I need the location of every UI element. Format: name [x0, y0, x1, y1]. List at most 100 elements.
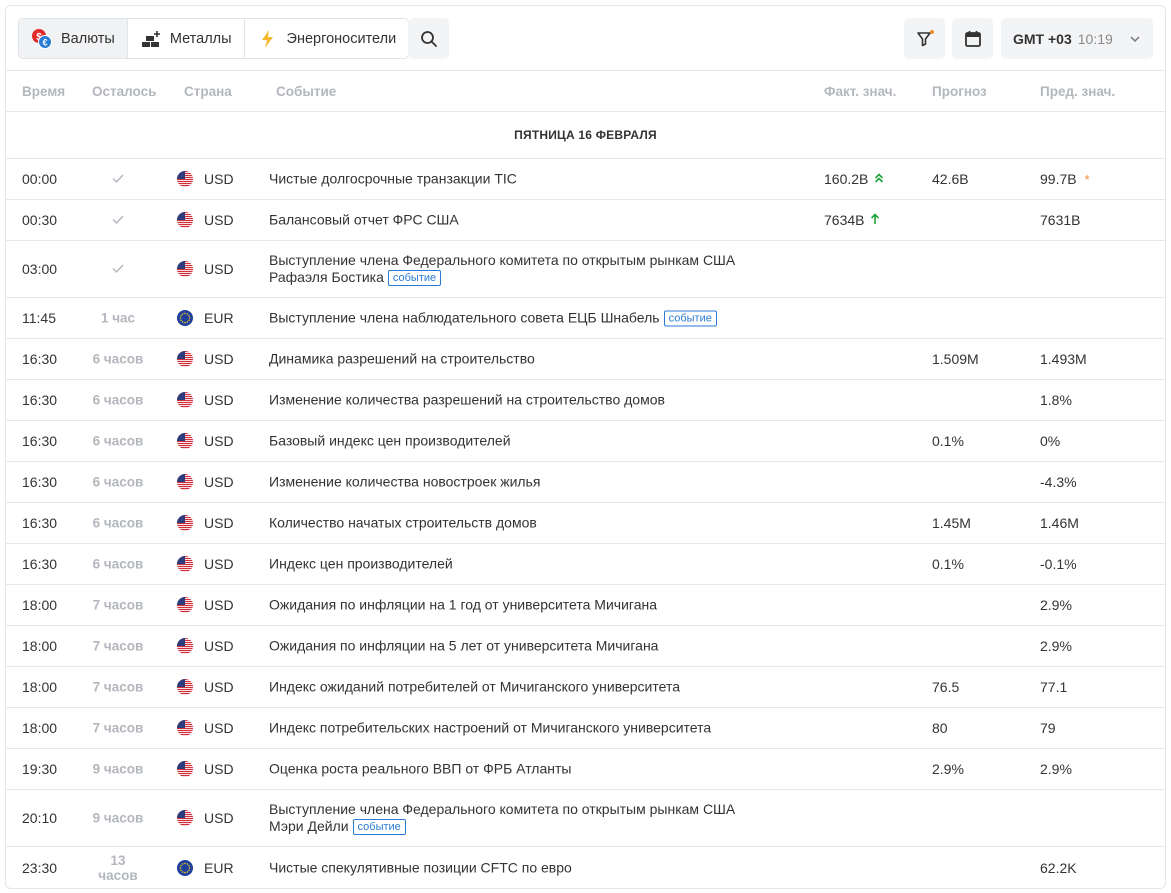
us-flag-icon	[177, 679, 193, 695]
currency: USD	[204, 679, 234, 695]
currency: USD	[204, 171, 234, 187]
filter-button[interactable]	[904, 18, 945, 59]
currency: EUR	[204, 310, 234, 326]
event-badge[interactable]: событие	[352, 819, 406, 835]
event-cell: Чистые спекулятивные позиции CFTC по евр…	[269, 859, 809, 876]
event-row[interactable]: 20:10 9 часов USD Выступление члена Федерал…	[6, 790, 1165, 847]
toolbar: $ € Валюты Металлы Энергоносители GMT +0…	[6, 6, 1165, 71]
event-row[interactable]: 23:30 13 часов EUR Чистые спекулятивные поз…	[6, 847, 1165, 888]
event-row[interactable]: 16:30 6 часов USD Индекс цен производителей…	[6, 544, 1165, 585]
previous-value: -0.1%	[1040, 556, 1077, 572]
previous-cell: 1.8%	[1040, 392, 1072, 408]
event-cell: Базовый индекс цен производителей	[269, 433, 809, 450]
previous-cell: -0.1%	[1040, 556, 1077, 572]
actual-value: 7634B	[824, 212, 865, 228]
event-title: Изменение количества разрешений на строи…	[269, 391, 665, 408]
time-left: 6 часов	[92, 556, 144, 572]
event-row[interactable]: 00:30 USD Балансовый отчет ФРС США 7634B 763…	[6, 200, 1165, 241]
event-title-line2: Рафаэля Бостика	[269, 269, 384, 285]
time-left: 9 часов	[92, 810, 144, 826]
event-row[interactable]: 16:30 6 часов USD Динамика разрешений на ст…	[6, 339, 1165, 380]
event-cell: Изменение количества разрешений на строи…	[269, 392, 809, 409]
metals-icon	[140, 28, 162, 50]
actual-value: 160.2B	[824, 171, 869, 187]
event-title: Индекс потребительских настроений от Мич…	[269, 719, 712, 736]
event-cell: Оценка роста реального ВВП от ФРБ Атлант…	[269, 761, 809, 778]
time-left-cell: 6 часов	[92, 475, 144, 490]
time-left: 6 часов	[92, 515, 144, 531]
us-flag-icon	[177, 720, 193, 736]
event-title: Индекс цен производителей	[269, 555, 453, 572]
filter-icon	[916, 29, 934, 46]
event-title: Количество начатых строительств домов	[269, 514, 537, 531]
time-left: 13 часов	[98, 852, 138, 883]
previous-cell: 79	[1040, 720, 1056, 736]
previous-value: 1.493M	[1040, 351, 1087, 367]
tab-metals[interactable]: Металлы	[127, 19, 245, 58]
time-left: 7 часов	[92, 597, 144, 613]
event-badge[interactable]: событие	[663, 310, 717, 327]
event-row[interactable]: 18:00 7 часов USD Ожидания по инфляции на 5…	[6, 626, 1165, 667]
timezone-select[interactable]: GMT +03 10:19	[1001, 18, 1153, 59]
event-row[interactable]: 16:30 6 часов USD Базовый индекс цен произв…	[6, 421, 1165, 462]
revised-star-icon: *	[1084, 171, 1090, 187]
time-left-cell: 6 часов	[92, 393, 144, 408]
search-button[interactable]	[408, 18, 449, 59]
event-time: 18:00	[22, 720, 58, 736]
event-row[interactable]: 16:30 6 часов USD Изменение количества ново…	[6, 462, 1165, 503]
svg-text:€: €	[42, 37, 47, 47]
event-title: Индекс ожиданий потребителей от Мичиганс…	[269, 678, 680, 695]
event-badge[interactable]: событие	[387, 270, 442, 286]
event-time: 00:30	[22, 212, 58, 228]
event-row[interactable]: 16:30 6 часов USD Количество начатых строит…	[6, 503, 1165, 544]
event-row[interactable]: 18:00 7 часов USD Ожидания по инфляции на 1…	[6, 585, 1165, 626]
event-row[interactable]: 18:00 7 часов USD Индекс ожиданий потребите…	[6, 667, 1165, 708]
us-flag-icon	[177, 638, 193, 654]
currency-icon: $ €	[31, 28, 53, 50]
economic-calendar: $ € Валюты Металлы Энергоносители GMT +0…	[5, 5, 1166, 889]
time-left-cell: 6 часов	[92, 352, 144, 367]
time-left-cell: 7 часов	[92, 680, 144, 695]
currency: USD	[204, 515, 234, 531]
forecast-value: 42.6B	[932, 171, 969, 187]
tab-currencies[interactable]: $ € Валюты	[19, 19, 128, 58]
us-flag-icon	[177, 515, 193, 531]
calendar-button[interactable]	[952, 18, 993, 59]
event-row[interactable]: 18:00 7 часов USD Индекс потребительских на…	[6, 708, 1165, 749]
event-row[interactable]: 11:45 1 час EUR Выступление члена наблюдате…	[6, 298, 1165, 339]
day-header-row: ПЯТНИЦА 16 ФЕВРАЛЯ	[6, 112, 1165, 159]
forecast-value: 80	[932, 720, 948, 736]
event-time: 16:30	[22, 392, 58, 408]
time-left: 7 часов	[92, 638, 144, 654]
event-row[interactable]: 16:30 6 часов USD Изменение количества разр…	[6, 380, 1165, 421]
time-left-cell: 1 час	[92, 311, 144, 326]
event-time: 18:00	[22, 679, 58, 695]
currency: USD	[204, 810, 234, 826]
event-cell: Ожидания по инфляции на 5 лет от универс…	[269, 638, 809, 655]
event-title: Чистые спекулятивные позиции CFTC по евр…	[269, 859, 572, 875]
current-time: 10:19	[1077, 30, 1113, 47]
time-left: 6 часов	[92, 392, 144, 408]
time-left-cell: 7 часов	[92, 639, 144, 654]
previous-value: 99.7B	[1040, 171, 1077, 187]
previous-cell: -4.3%	[1040, 474, 1077, 490]
event-cell: Индекс потребительских настроений от Мич…	[269, 720, 809, 737]
time-left-cell: 13 часов	[92, 853, 144, 883]
event-row[interactable]: 19:30 9 часов USD Оценка роста реального ВВ…	[6, 749, 1165, 790]
events-list: 00:00 USD Чистые долгосрочные транзакции T…	[6, 159, 1165, 888]
event-cell: Индекс ожиданий потребителей от Мичиганс…	[269, 679, 809, 696]
us-flag-icon	[177, 761, 193, 777]
event-row[interactable]: 00:00 USD Чистые долгосрочные транзакции T…	[6, 159, 1165, 200]
event-cell: Количество начатых строительств домов	[269, 515, 809, 532]
event-row[interactable]: 03:00 USD Выступление члена Федерального к…	[6, 241, 1165, 298]
tab-energy[interactable]: Энергоносители	[244, 19, 409, 58]
currency: USD	[204, 761, 234, 777]
time-left: 6 часов	[92, 351, 144, 367]
eu-flag-icon	[177, 310, 193, 326]
previous-value: 77.1	[1040, 679, 1068, 695]
event-time: 11:45	[22, 310, 56, 326]
event-title: Выступление члена Федерального комитета …	[269, 252, 736, 268]
event-title: Выступление члена наблюдательного совета…	[269, 309, 660, 326]
forecast-value: 1.45M	[932, 515, 971, 531]
table-header: Время Осталось Страна Событие Факт. знач…	[6, 71, 1165, 112]
